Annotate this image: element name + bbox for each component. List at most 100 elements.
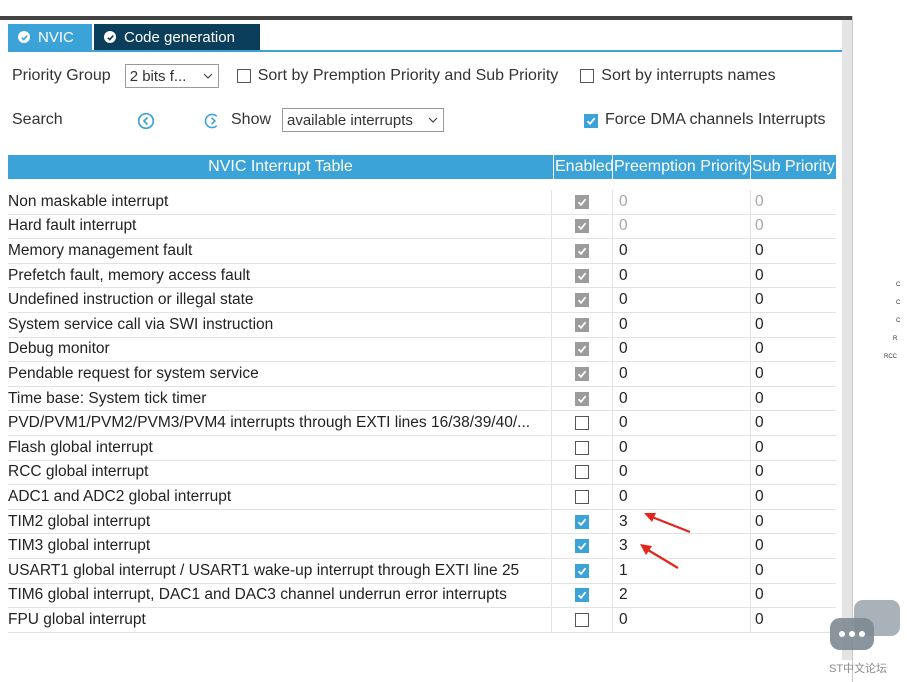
interrupt-name: PVD/PVM1/PVM2/PVM3/PVM4 interrupts throu…	[8, 414, 531, 432]
priority-group-label: Priority Group	[12, 67, 111, 84]
enabled-checkbox[interactable]	[575, 416, 589, 431]
sub-priority-cell[interactable]: 0	[750, 263, 836, 288]
header-enabled[interactable]: Enabled	[553, 155, 612, 179]
enabled-cell	[551, 263, 612, 288]
header-interrupt-table[interactable]: NVIC Interrupt Table	[8, 155, 553, 179]
table-row[interactable]: FPU global interrupt 0 0	[8, 608, 836, 633]
enabled-checkbox[interactable]	[575, 539, 589, 554]
sub-priority-cell[interactable]: 0	[750, 583, 836, 608]
preemption-priority-cell[interactable]: 0	[612, 312, 750, 337]
enabled-checkbox[interactable]	[575, 588, 589, 603]
header-sub-priority[interactable]: Sub Priority	[750, 155, 836, 179]
search-next-icon[interactable]	[204, 112, 221, 130]
enabled-checkbox[interactable]	[575, 563, 589, 578]
sub-priority-cell[interactable]: 0	[750, 509, 836, 534]
sub-priority-cell[interactable]: 0	[750, 558, 836, 583]
show-value: available interrupts	[287, 111, 413, 129]
enabled-checkbox	[575, 342, 589, 357]
check-circle-icon	[18, 31, 30, 43]
annotation-arrow-tim3	[640, 544, 679, 569]
sort-premption-checkbox[interactable]	[236, 69, 251, 83]
priority-toolbar: Priority Group 2 bits f... Sort by Premp…	[12, 63, 776, 89]
sort-names-label: Sort by interrupts names	[601, 67, 776, 84]
tab-nvic[interactable]: NVIC	[8, 24, 92, 50]
table-row[interactable]: Prefetch fault, memory access fault 0 0	[8, 263, 836, 289]
priority-group-select[interactable]: 2 bits f...	[124, 64, 219, 88]
window-top-border	[0, 16, 852, 20]
preemption-priority-cell[interactable]: 0	[612, 386, 750, 411]
show-select[interactable]: available interrupts	[282, 108, 444, 132]
watermark-text: ST中文论坛	[829, 663, 888, 675]
table-row[interactable]: ADC1 and ADC2 global interrupt 0 0	[8, 485, 836, 510]
preemption-priority-cell[interactable]: 0	[612, 362, 750, 386]
sub-priority-cell[interactable]: 0	[750, 608, 836, 632]
interrupt-name: Time base: System tick timer	[8, 389, 207, 407]
enabled-checkbox[interactable]	[575, 612, 589, 627]
preemption-priority-cell[interactable]: 0	[612, 190, 750, 214]
force-dma-checkbox[interactable]	[584, 114, 598, 128]
interrupt-name: ADC1 and ADC2 global interrupt	[8, 487, 232, 505]
table-row[interactable]: PVD/PVM1/PVM2/PVM3/PVM4 interrupts throu…	[8, 411, 836, 436]
sort-premption-label: Sort by Premption Priority and Sub Prior…	[257, 67, 559, 84]
table-row[interactable]: TIM6 global interrupt, DAC1 and DAC3 cha…	[8, 583, 836, 609]
enabled-checkbox[interactable]	[575, 514, 589, 529]
tab-code-generation[interactable]: Code generation	[94, 24, 260, 50]
sub-priority-cell[interactable]: 0	[750, 435, 836, 460]
sub-priority-cell[interactable]: 0	[750, 386, 836, 411]
header-preemption-priority[interactable]: Preemption Priority	[612, 155, 750, 179]
table-row[interactable]: Pendable request for system service 0 0	[8, 362, 836, 387]
enabled-cell	[551, 583, 612, 608]
sub-priority-cell[interactable]: 0	[750, 190, 836, 214]
table-row[interactable]: TIM3 global interrupt 3 0	[8, 534, 836, 559]
table-row[interactable]: Memory management fault 0 0	[8, 239, 836, 264]
preemption-priority-cell[interactable]: 0	[612, 288, 750, 312]
preemption-priority-cell[interactable]: 0	[612, 337, 750, 362]
preemption-priority-cell[interactable]: 2	[612, 583, 750, 608]
enabled-checkbox	[575, 268, 589, 283]
table-row[interactable]: Undefined instruction or illegal state 0 0	[8, 288, 836, 313]
enabled-cell	[551, 558, 612, 583]
side-text: C	[896, 282, 901, 288]
sub-priority-cell[interactable]: 0	[750, 534, 836, 558]
sub-priority-cell[interactable]: 0	[750, 485, 836, 509]
preemption-priority-cell[interactable]: 0	[612, 608, 750, 632]
sub-priority-cell[interactable]: 0	[750, 337, 836, 362]
sub-priority-cell[interactable]: 0	[750, 239, 836, 263]
sub-priority-cell[interactable]: 0	[750, 362, 836, 386]
sub-priority-cell[interactable]: 0	[750, 460, 836, 485]
force-dma-label: Force DMA channels Interrupts	[605, 111, 826, 128]
preemption-priority-cell[interactable]: 0	[612, 485, 750, 509]
sort-names-checkbox[interactable]	[580, 69, 595, 83]
table-row[interactable]: Non maskable interrupt 0 0	[8, 190, 836, 215]
table-row[interactable]: Time base: System tick timer 0 0	[8, 386, 836, 412]
table-row[interactable]: System service call via SWI instruction 0…	[8, 312, 836, 338]
sub-priority-cell[interactable]: 0	[750, 312, 836, 337]
preemption-priority-cell[interactable]: 0	[612, 435, 750, 460]
preemption-priority-cell[interactable]: 0	[612, 411, 750, 435]
table-row[interactable]: TIM2 global interrupt 3 0	[8, 509, 836, 535]
tab-code-generation-label: Code generation	[124, 28, 235, 46]
interrupt-name: TIM3 global interrupt	[8, 537, 151, 555]
search-previous-icon[interactable]	[137, 112, 155, 130]
sub-priority-cell[interactable]: 0	[750, 411, 836, 435]
preemption-priority-cell[interactable]: 0	[612, 263, 750, 288]
side-text: R	[893, 336, 898, 342]
table-row[interactable]: USART1 global interrupt / USART1 wake-up…	[8, 558, 836, 584]
preemption-priority-cell[interactable]: 0	[612, 214, 750, 239]
interrupt-name: Undefined instruction or illegal state	[8, 291, 254, 309]
priority-group-value: 2 bits f...	[129, 67, 187, 85]
enabled-checkbox[interactable]	[575, 465, 589, 480]
preemption-priority-cell[interactable]: 0	[612, 239, 750, 263]
preemption-priority-cell[interactable]: 0	[612, 460, 750, 485]
sub-priority-cell[interactable]: 0	[750, 214, 836, 239]
table-row[interactable]: Flash global interrupt 0 0	[8, 435, 836, 461]
table-row[interactable]: Debug monitor 0 0	[8, 337, 836, 363]
enabled-cell	[551, 214, 612, 239]
table-row[interactable]: RCC global interrupt 0 0	[8, 460, 836, 486]
vertical-scrollbar[interactable]	[842, 20, 852, 660]
search-label: Search	[12, 111, 63, 128]
table-row[interactable]: Hard fault interrupt 0 0	[8, 214, 836, 240]
sub-priority-cell[interactable]: 0	[750, 288, 836, 312]
enabled-checkbox[interactable]	[575, 440, 589, 455]
enabled-checkbox[interactable]	[575, 489, 589, 504]
